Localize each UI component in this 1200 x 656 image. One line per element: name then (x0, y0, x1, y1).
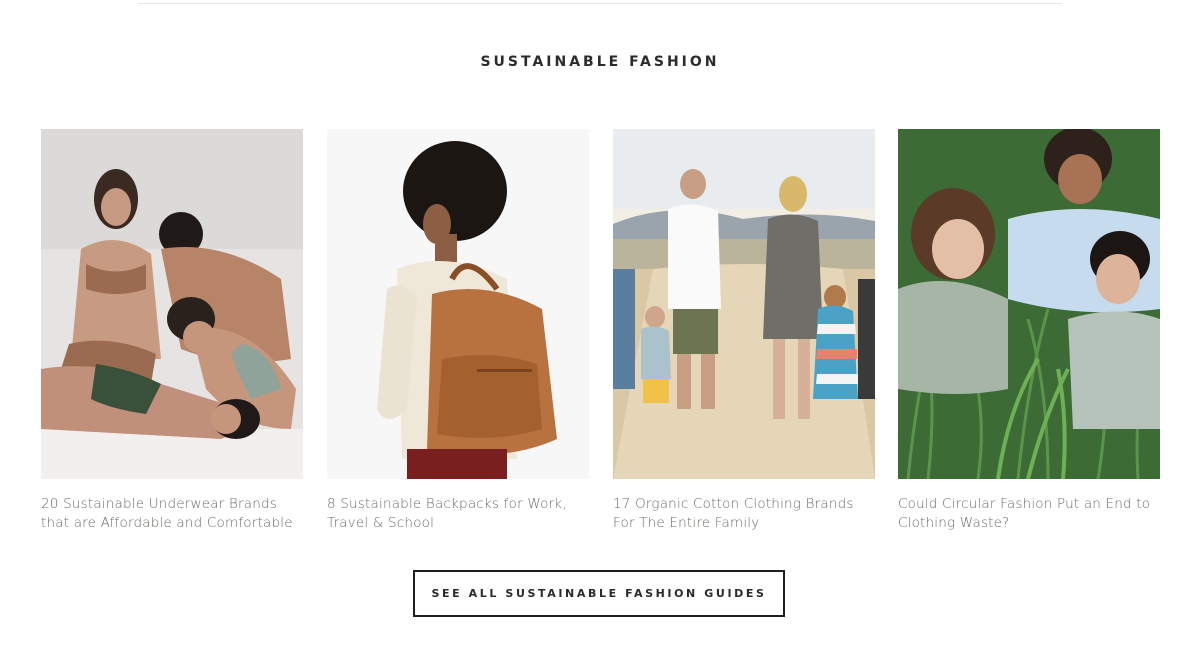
article-card-underwear[interactable]: 20 Sustainable Underwear Brands that are… (41, 129, 303, 533)
article-image-underwear[interactable] (41, 129, 303, 479)
article-title[interactable]: Could Circular Fashion Put an End to Clo… (898, 495, 1160, 533)
section-title: SUSTAINABLE FASHION (480, 54, 720, 70)
article-card-circular-fashion[interactable]: Could Circular Fashion Put an End to Clo… (898, 129, 1160, 533)
article-title[interactable]: 17 Organic Cotton Clothing Brands For Th… (613, 495, 875, 533)
article-image-organic-cotton[interactable] (613, 129, 875, 479)
see-all-guides-button[interactable]: SEE ALL SUSTAINABLE FASHION GUIDES (413, 570, 785, 617)
article-image-backpacks[interactable] (327, 129, 589, 479)
article-card-backpacks[interactable]: 8 Sustainable Backpacks for Work, Travel… (327, 129, 589, 533)
top-divider (138, 3, 1062, 4)
article-title[interactable]: 8 Sustainable Backpacks for Work, Travel… (327, 495, 589, 533)
article-grid: 20 Sustainable Underwear Brands that are… (41, 129, 1160, 539)
article-card-organic-cotton[interactable]: 17 Organic Cotton Clothing Brands For Th… (613, 129, 875, 533)
article-title[interactable]: 20 Sustainable Underwear Brands that are… (41, 495, 303, 533)
article-image-circular-fashion[interactable] (898, 129, 1160, 479)
